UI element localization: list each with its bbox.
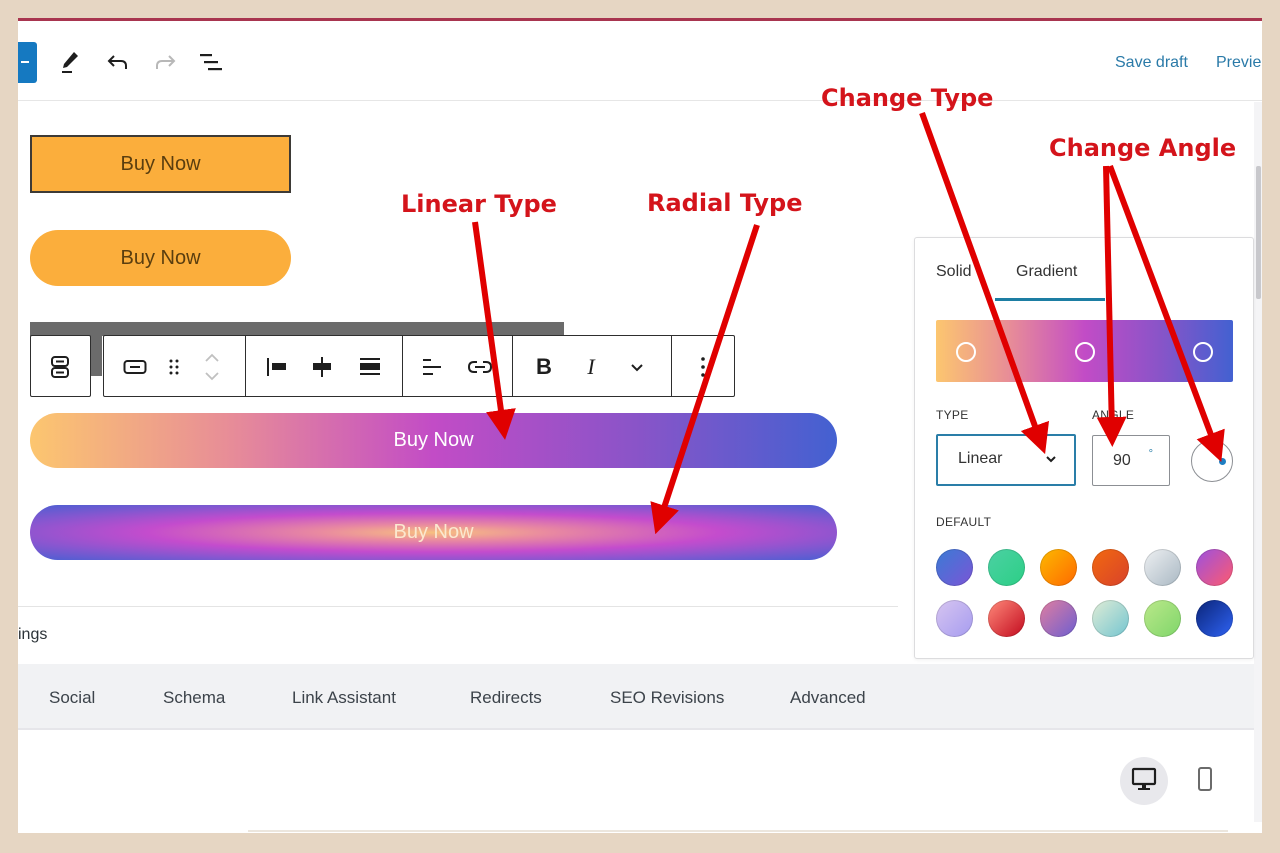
preset-swatch-luminous-orange-to-red[interactable] xyxy=(1092,549,1129,586)
tab-schema[interactable]: Schema xyxy=(163,688,225,708)
angle-label: ANGLE xyxy=(1092,408,1135,422)
preset-swatch-light-green-cyan[interactable] xyxy=(988,549,1025,586)
button-block-icon[interactable] xyxy=(120,352,150,382)
preset-swatch-luminous-vivid-amber[interactable] xyxy=(1040,549,1077,586)
drag-handle-icon[interactable] xyxy=(159,352,189,382)
save-draft-button[interactable]: Save draft xyxy=(1115,54,1188,72)
preset-swatch-mint[interactable] xyxy=(1092,600,1129,637)
toolbar-separator xyxy=(245,336,246,396)
bold-button[interactable]: B xyxy=(529,352,559,382)
preset-swatch-lavender[interactable] xyxy=(936,600,973,637)
button-label: Buy Now xyxy=(120,246,201,269)
toolbar-separator xyxy=(402,336,403,396)
move-up-down-icon[interactable] xyxy=(197,352,227,382)
default-presets-label: DEFAULT xyxy=(936,515,992,529)
tab-seo-revisions[interactable]: SEO Revisions xyxy=(610,688,724,708)
settings-label: ings xyxy=(18,626,48,643)
annotation-change-angle: Change Angle xyxy=(1049,134,1237,162)
editor-top-toolbar: Save draft Previe xyxy=(18,21,1262,101)
content-bottom-edge xyxy=(248,830,1228,832)
undo-icon[interactable] xyxy=(103,47,133,77)
justify-stretch-icon[interactable] xyxy=(355,352,385,382)
type-label: TYPE xyxy=(936,408,969,422)
more-rich-text-chevron-icon[interactable] xyxy=(622,352,652,382)
preset-swatch-cool-gray[interactable] xyxy=(1144,549,1181,586)
button-label: Buy Now xyxy=(393,429,474,451)
desktop-icon xyxy=(1131,767,1157,796)
active-tab-indicator xyxy=(995,298,1105,301)
preset-swatch-purple-to-pink[interactable] xyxy=(1196,549,1233,586)
link-icon[interactable] xyxy=(465,352,495,382)
tab-social[interactable]: Social xyxy=(49,688,95,708)
button-label: Buy Now xyxy=(393,521,474,543)
edit-pencil-icon[interactable] xyxy=(55,47,85,77)
desktop-preview-button[interactable] xyxy=(1120,757,1168,805)
document-outline-icon[interactable] xyxy=(196,47,226,77)
gradient-stop-handle[interactable] xyxy=(1193,342,1214,362)
justify-center-icon[interactable] xyxy=(307,352,337,382)
block-toolbar: B I xyxy=(103,335,735,397)
toolbar-separator xyxy=(671,336,672,396)
angle-indicator-dot xyxy=(1219,458,1226,465)
select-parent-group xyxy=(30,335,91,397)
tab-gradient[interactable]: Gradient xyxy=(1016,263,1077,281)
angle-picker-dial[interactable] xyxy=(1191,440,1233,482)
button-label: Buy Now xyxy=(120,152,201,175)
buy-now-button-pill[interactable]: Buy Now xyxy=(30,230,291,286)
annotation-linear-type: Linear Type xyxy=(401,190,557,218)
toolbar-separator xyxy=(512,336,513,396)
gradient-stop-handle[interactable] xyxy=(955,342,976,362)
gradient-stop-handle[interactable] xyxy=(1074,342,1095,362)
gradient-bar[interactable] xyxy=(936,320,1233,382)
preset-swatch-vivid-cyan-blue-to-purple[interactable] xyxy=(936,549,973,586)
preset-swatch-red-gradient[interactable] xyxy=(988,600,1025,637)
options-kebab-icon[interactable] xyxy=(688,352,718,382)
gradient-color-panel: Solid Gradient TYPE ANGLE Linear 90 ° DE… xyxy=(914,237,1254,659)
buy-now-button-linear-gradient[interactable]: Buy Now xyxy=(30,413,837,468)
tab-advanced[interactable]: Advanced xyxy=(790,688,866,708)
tab-redirects[interactable]: Redirects xyxy=(470,688,542,708)
italic-button[interactable]: I xyxy=(576,352,606,382)
angle-value: 90 xyxy=(1113,452,1131,469)
tab-solid[interactable]: Solid xyxy=(936,263,972,281)
buy-now-button-radial-gradient[interactable]: Buy Now xyxy=(30,505,837,560)
buy-now-button-rectangle[interactable]: Buy Now xyxy=(30,135,291,193)
editor-scrollbar-thumb[interactable] xyxy=(1256,166,1261,299)
block-outline xyxy=(30,322,564,336)
block-outline-edge xyxy=(90,336,102,376)
select-parent-icon[interactable] xyxy=(45,352,75,382)
degree-unit: ° xyxy=(1148,448,1153,460)
angle-input[interactable]: 90 ° xyxy=(1092,435,1170,486)
gradient-type-select[interactable]: Linear xyxy=(936,434,1076,486)
content-divider xyxy=(18,606,898,607)
preset-swatch-deep-blue[interactable] xyxy=(1196,600,1233,637)
type-value: Linear xyxy=(958,450,1003,467)
preset-swatch-light-green[interactable] xyxy=(1144,600,1181,637)
chevron-down-icon xyxy=(1044,451,1058,469)
preset-swatch-orchid[interactable] xyxy=(1040,600,1077,637)
block-inserter-button[interactable] xyxy=(18,42,37,83)
justify-left-icon[interactable] xyxy=(262,352,292,382)
tab-link-assistant[interactable]: Link Assistant xyxy=(292,688,396,708)
annotation-radial-type: Radial Type xyxy=(647,189,803,217)
annotation-change-type: Change Type xyxy=(821,84,994,112)
text-align-icon[interactable] xyxy=(417,352,447,382)
preview-button[interactable]: Previe xyxy=(1216,54,1261,72)
mobile-preview-button[interactable] xyxy=(1190,763,1220,799)
mobile-icon xyxy=(1197,766,1213,797)
redo-icon[interactable] xyxy=(150,47,180,77)
seo-tabs-bar: Social Schema Link Assistant Redirects S… xyxy=(18,664,1254,730)
